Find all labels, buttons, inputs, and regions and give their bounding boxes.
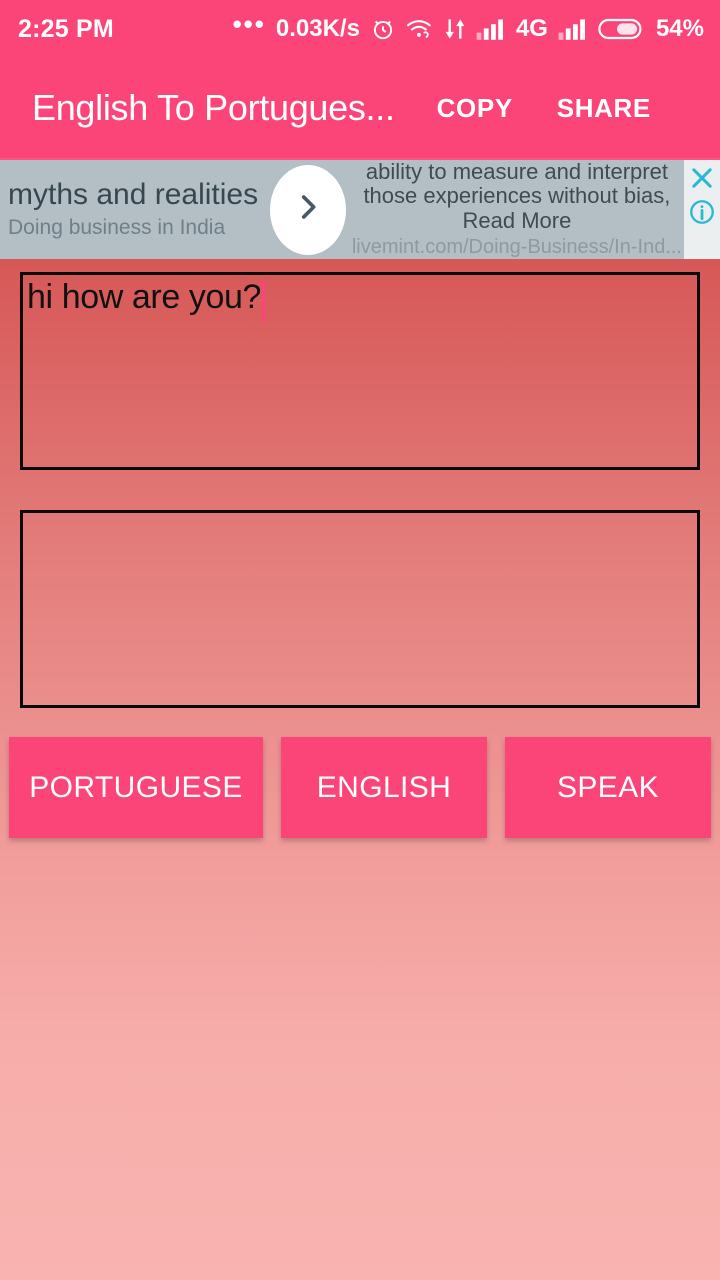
ad-icon-strip	[684, 160, 720, 259]
wifi-icon	[406, 17, 434, 41]
battery-icon	[598, 16, 644, 42]
signal-bars-icon-2	[558, 17, 588, 41]
status-clock: 2:25 PM	[18, 14, 114, 43]
network-type-label: 4G	[515, 15, 548, 42]
translated-text-value	[23, 513, 697, 523]
translate-to-portuguese-button[interactable]: PORTUGUESE	[9, 737, 263, 838]
close-icon[interactable]	[688, 164, 716, 192]
ad-headline: myths and realities	[8, 177, 259, 211]
battery-percent-label: 54%	[655, 15, 704, 42]
ad-body-block[interactable]: ability to measure and interpret those e…	[346, 160, 684, 259]
source-text-row: hi how are you?	[27, 279, 691, 322]
share-button[interactable]: SHARE	[557, 93, 651, 124]
alarm-clock-icon	[370, 16, 396, 42]
info-icon[interactable]	[688, 198, 716, 226]
ad-left-text-block[interactable]: myths and realities Doing business in In…	[0, 160, 270, 259]
ad-cta-button[interactable]	[269, 164, 346, 255]
ad-body-text: ability to measure and interpret those e…	[363, 158, 671, 233]
chevron-right-icon	[291, 187, 325, 232]
translated-text-output[interactable]	[20, 510, 700, 708]
ad-url: livemint.com/Doing-Business/In-Ind...	[351, 236, 682, 259]
ad-banner[interactable]: myths and realities Doing business in In…	[0, 158, 720, 259]
copy-button[interactable]: COPY	[437, 93, 513, 124]
signal-bars-icon	[476, 17, 506, 41]
translate-to-english-button[interactable]: ENGLISH	[281, 737, 487, 838]
overflow-dots-icon: •••	[232, 9, 266, 39]
text-caret	[262, 280, 266, 322]
status-bar-icons: ••• 0.03K/s 4G 54%	[232, 9, 704, 43]
status-bar: 2:25 PM ••• 0.03K/s 4G 54%	[0, 0, 720, 58]
page-title: English To Portugues...	[32, 87, 395, 128]
speak-button[interactable]: SPEAK	[505, 737, 711, 838]
network-speed-label: 0.03K/s	[275, 15, 360, 42]
source-text-input[interactable]: hi how are you?	[20, 272, 700, 470]
app-bar: English To Portugues... COPY SHARE	[0, 58, 720, 158]
data-transfer-icon	[444, 17, 466, 41]
source-text-value: hi how are you?	[27, 278, 262, 316]
ad-subline: Doing business in India	[8, 216, 226, 240]
